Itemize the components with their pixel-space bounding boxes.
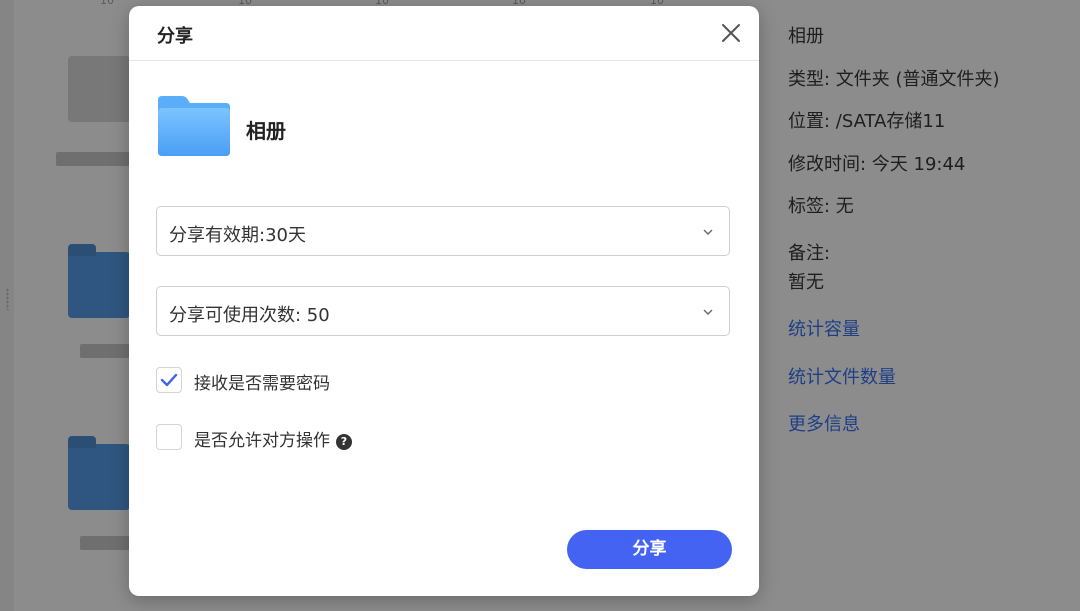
ruler-label: 10 <box>100 0 114 7</box>
details-name: 相册 <box>788 26 824 47</box>
details-location: 位置: /SATA存储11 <box>788 111 946 132</box>
details-type: 类型: 文件夹 (普通文件夹) <box>788 69 1000 90</box>
file-name-blurred <box>56 152 130 166</box>
details-modified: 修改时间: 今天 19:44 <box>788 154 966 175</box>
validity-select[interactable]: 分享有效期:30天 <box>156 206 730 256</box>
allow-operation-label-wrap: 是否允许对方操作? <box>194 426 352 451</box>
share-dialog: 分享 相册 分享有效期:30天 分享可使用次数: 50 接收是否需要密码 是否允… <box>129 6 759 596</box>
help-icon[interactable]: ? <box>336 434 352 450</box>
chevron-down-icon <box>703 229 713 235</box>
folder-icon <box>158 96 230 156</box>
folder-thumbnail[interactable] <box>68 244 130 318</box>
file-name-blurred <box>80 536 130 550</box>
stat-file-count-link[interactable]: 统计文件数量 <box>788 363 896 389</box>
require-password-checkbox[interactable] <box>156 367 182 393</box>
allow-operation-checkbox[interactable] <box>156 424 182 450</box>
usage-count-select[interactable]: 分享可使用次数: 50 <box>156 286 730 336</box>
file-thumbnail[interactable] <box>68 56 130 122</box>
check-icon <box>160 373 178 387</box>
stat-capacity-link[interactable]: 统计容量 <box>788 315 860 341</box>
resize-grip[interactable] <box>6 288 9 310</box>
usage-count-value: 分享可使用次数: 50 <box>169 305 330 326</box>
details-note-label: 备注: <box>788 243 831 264</box>
chevron-down-icon <box>703 309 713 315</box>
details-note-value: 暂无 <box>788 272 824 293</box>
details-panel: 相册 类型: 文件夹 (普通文件夹) 位置: /SATA存储11 修改时间: 今… <box>766 0 1080 611</box>
allow-operation-label: 是否允许对方操作 <box>194 431 330 451</box>
dialog-title: 分享 <box>157 26 193 47</box>
close-icon <box>722 24 740 42</box>
share-button[interactable]: 分享 <box>567 530 732 569</box>
file-name-blurred <box>80 344 130 358</box>
folder-name: 相册 <box>246 119 286 143</box>
dialog-header: 分享 <box>129 6 759 61</box>
require-password-label: 接收是否需要密码 <box>194 374 330 394</box>
close-button[interactable] <box>719 21 743 45</box>
more-info-link[interactable]: 更多信息 <box>788 410 860 436</box>
folder-thumbnail[interactable] <box>68 436 130 510</box>
details-tags: 标签: 无 <box>788 196 854 217</box>
validity-value: 分享有效期:30天 <box>169 225 306 246</box>
